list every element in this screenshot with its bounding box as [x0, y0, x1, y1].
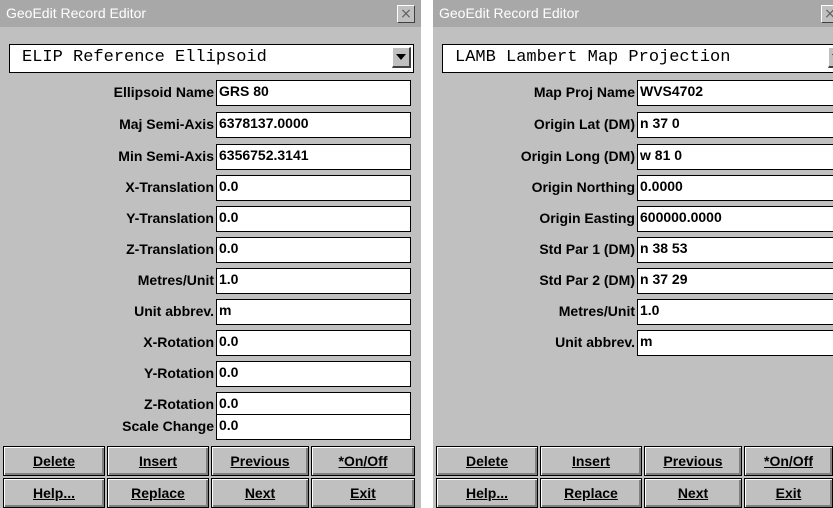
next-button[interactable]: Next [644, 478, 742, 508]
field-label: Std Par 1 (DM) [539, 241, 635, 257]
field-label: Metres/Unit [558, 303, 635, 319]
field-input[interactable]: 0.0 [216, 330, 411, 356]
on-off-button[interactable]: *On/Off [744, 446, 833, 476]
field-row: X-Rotation 0.0 [0, 330, 421, 356]
delete-button[interactable]: Delete [436, 446, 538, 476]
exit-button[interactable]: Exit [311, 478, 415, 508]
ellipsoid-editor-window: GeoEdit Record Editor × ELIP Reference E… [0, 0, 421, 508]
field-input[interactable]: n 38 53 [637, 237, 833, 263]
field-input[interactable]: 0.0 [216, 237, 411, 263]
field-label: X-Rotation [143, 334, 214, 350]
field-row: Y-Translation 0.0 [0, 206, 421, 232]
field-row: Unit abbrev. m [433, 330, 833, 356]
exit-button[interactable]: Exit [744, 478, 833, 508]
window-title: GeoEdit Record Editor [439, 5, 580, 21]
field-label: Origin Northing [531, 179, 635, 195]
field-input[interactable]: w 81 0 [637, 144, 833, 170]
title-bar: GeoEdit Record Editor × [433, 0, 833, 27]
field-row: Metres/Unit 1.0 [0, 268, 421, 294]
field-input[interactable]: 0.0 [216, 206, 411, 232]
field-input[interactable]: 0.0 [216, 414, 411, 440]
close-icon: × [400, 6, 412, 22]
record-type-value: ELIP Reference Ellipsoid [22, 48, 267, 67]
delete-button[interactable]: Delete [3, 446, 105, 476]
previous-button[interactable]: Previous [644, 446, 742, 476]
field-input[interactable]: 600000.0000 [637, 206, 833, 232]
record-type-select[interactable]: ELIP Reference Ellipsoid [9, 44, 414, 73]
insert-button[interactable]: Insert [540, 446, 642, 476]
field-input[interactable]: 0.0000 [637, 175, 833, 201]
close-icon: × [824, 6, 833, 22]
field-row: Origin Easting 600000.0000 [433, 206, 833, 232]
field-input[interactable]: 0.0 [216, 361, 411, 387]
projection-editor-window: GeoEdit Record Editor × LAMB Lambert Map… [433, 0, 833, 508]
insert-button[interactable]: Insert [107, 446, 209, 476]
field-input[interactable]: 6356752.3141 [216, 144, 411, 170]
field-row: Maj Semi-Axis 6378137.0000 [0, 112, 421, 138]
field-label: Z-Rotation [144, 396, 214, 412]
field-row: Std Par 1 (DM) n 38 53 [433, 237, 833, 263]
field-row: Std Par 2 (DM) n 37 29 [433, 268, 833, 294]
field-label: Unit abbrev. [134, 303, 214, 319]
help-button[interactable]: Help... [3, 478, 105, 508]
window-title: GeoEdit Record Editor [6, 5, 147, 21]
field-row: Metres/Unit 1.0 [433, 299, 833, 325]
field-label: Maj Semi-Axis [119, 116, 214, 132]
field-input[interactable]: m [216, 299, 411, 325]
help-button[interactable]: Help... [436, 478, 538, 508]
previous-button[interactable]: Previous [211, 446, 309, 476]
record-type-select[interactable]: LAMB Lambert Map Projection [442, 44, 833, 73]
field-label: Origin Easting [539, 210, 635, 226]
field-input[interactable]: n 37 29 [637, 268, 833, 294]
field-label: Std Par 2 (DM) [539, 272, 635, 288]
field-input[interactable]: m [637, 330, 833, 356]
field-label: Min Semi-Axis [118, 148, 214, 164]
field-row: Origin Long (DM) w 81 0 [433, 144, 833, 170]
field-label: Y-Translation [126, 210, 214, 226]
dropdown-button[interactable] [828, 47, 833, 68]
field-input[interactable]: WVS4702 [637, 80, 833, 106]
record-type-value: LAMB Lambert Map Projection [455, 48, 731, 67]
field-label: Unit abbrev. [555, 334, 635, 350]
close-button[interactable]: × [397, 5, 415, 23]
on-off-button[interactable]: *On/Off [311, 446, 415, 476]
field-input[interactable]: 6378137.0000 [216, 112, 411, 138]
field-label: Ellipsoid Name [113, 84, 214, 100]
field-row: Origin Northing 0.0000 [433, 175, 833, 201]
field-row: Unit abbrev. m [0, 299, 421, 325]
field-row: X-Translation 0.0 [0, 175, 421, 201]
field-input[interactable]: 0.0 [216, 175, 411, 201]
replace-button[interactable]: Replace [107, 478, 209, 508]
next-button[interactable]: Next [211, 478, 309, 508]
field-label: Z-Translation [126, 241, 214, 257]
field-label: Scale Change [122, 418, 214, 434]
field-label: X-Translation [125, 179, 214, 195]
field-input[interactable]: GRS 80 [216, 80, 411, 106]
field-row: Y-Rotation 0.0 [0, 361, 421, 387]
title-bar: GeoEdit Record Editor × [0, 0, 421, 27]
field-label: Origin Long (DM) [520, 148, 635, 164]
field-input[interactable]: n 37 0 [637, 112, 833, 138]
dropdown-button[interactable] [392, 47, 411, 68]
field-label: Map Proj Name [533, 84, 635, 100]
field-label: Y-Rotation [144, 365, 214, 381]
field-input[interactable]: 1.0 [216, 268, 411, 294]
replace-button[interactable]: Replace [540, 478, 642, 508]
field-label: Metres/Unit [137, 272, 214, 288]
chevron-down-icon [396, 54, 406, 60]
field-row: Map Proj Name WVS4702 [433, 80, 833, 106]
field-row: Min Semi-Axis 6356752.3141 [0, 144, 421, 170]
field-row: Origin Lat (DM) n 37 0 [433, 112, 833, 138]
field-row: Z-Translation 0.0 [0, 237, 421, 263]
field-label: Origin Lat (DM) [533, 116, 635, 132]
field-row: Ellipsoid Name GRS 80 [0, 80, 421, 106]
field-input[interactable]: 1.0 [637, 299, 833, 325]
field-row: Scale Change 0.0 [0, 414, 421, 440]
close-button[interactable]: × [821, 5, 833, 23]
